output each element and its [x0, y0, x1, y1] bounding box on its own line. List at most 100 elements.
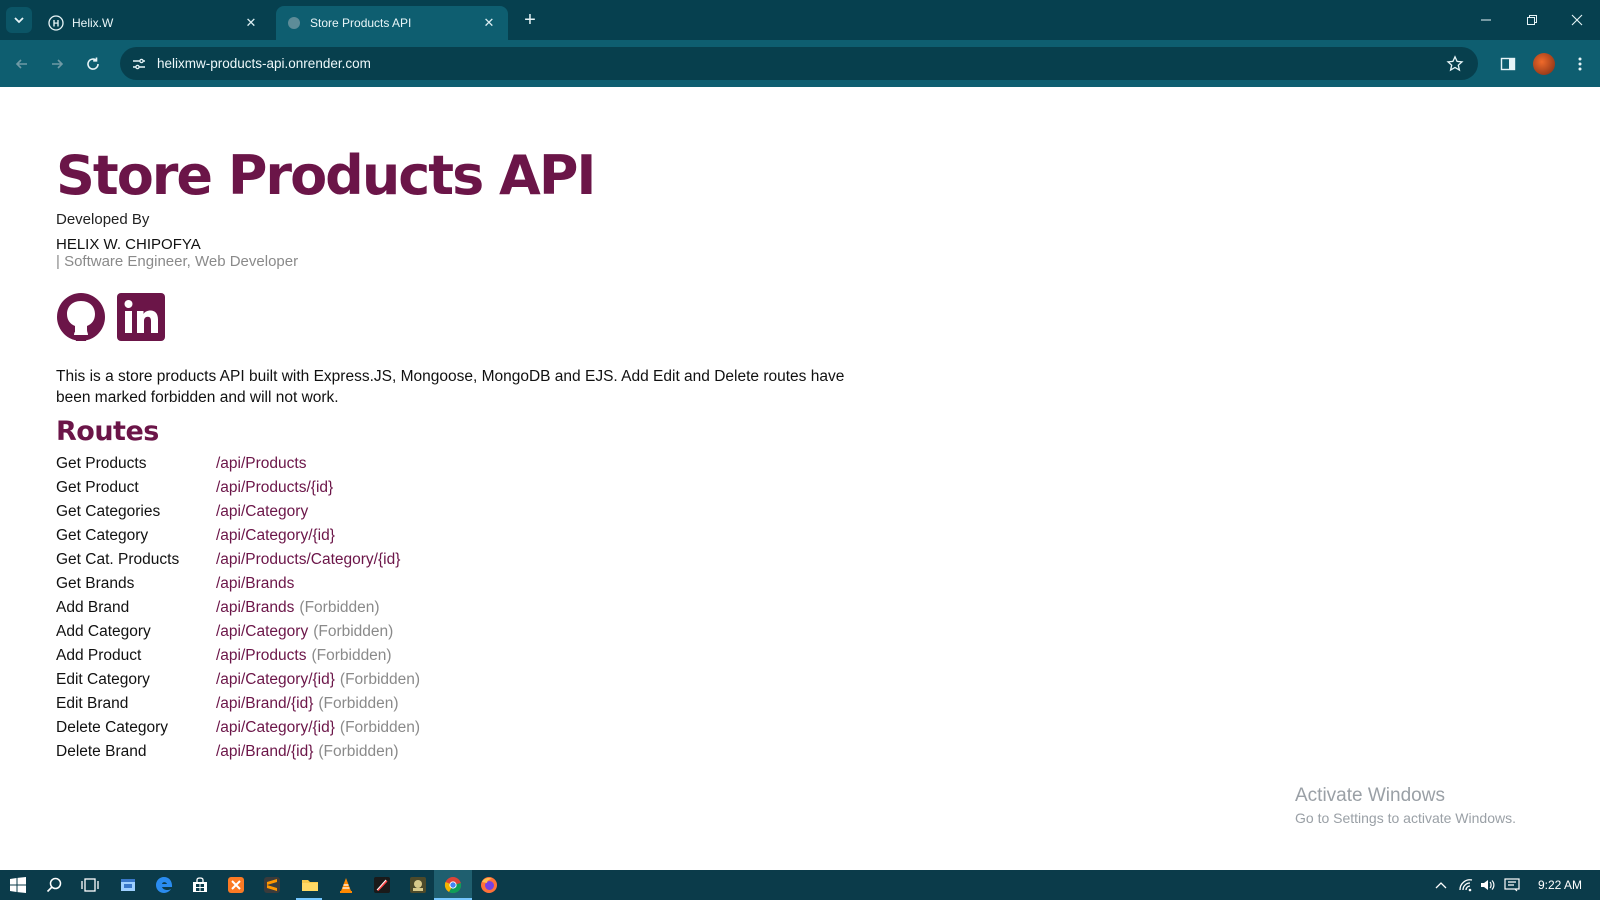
url-text: helixmw-products-api.onrender.com: [157, 56, 371, 71]
minimize-icon: [1481, 19, 1491, 21]
speaker-icon: [1481, 880, 1495, 890]
wifi-icon: [1459, 879, 1473, 892]
globe-icon: [286, 15, 302, 31]
route-row: Delete Category/api/Category/{id} (Forbid…: [56, 716, 856, 740]
volume-button[interactable]: [1479, 877, 1497, 893]
taskbar-clock[interactable]: 9:22 AM: [1538, 878, 1582, 892]
linkedin-icon: [117, 293, 165, 341]
route-path[interactable]: /api/Products/{id}: [216, 479, 333, 497]
taskbar-xampp[interactable]: [224, 873, 248, 897]
route-path[interactable]: /api/Category/{id}: [216, 671, 335, 689]
taskbar-app-pen[interactable]: [370, 873, 394, 897]
side-panel-icon: [1500, 57, 1516, 71]
back-button[interactable]: [8, 50, 36, 78]
watermark-subtitle: Go to Settings to activate Windows.: [1295, 810, 1516, 826]
search-button[interactable]: [42, 873, 66, 897]
routes-heading: Routes: [56, 416, 159, 447]
route-name: Delete Brand: [56, 743, 147, 760]
message-icon: [1504, 878, 1520, 892]
route-name: Add Category: [56, 623, 151, 640]
taskbar-app-store[interactable]: [116, 873, 140, 897]
route-note: (Forbidden): [339, 719, 421, 736]
taskbar-edge[interactable]: [152, 873, 176, 897]
chrome-icon: [444, 877, 462, 894]
route-row: Get Products/api/Products: [56, 452, 856, 476]
taskbar-sublime[interactable]: [260, 873, 284, 897]
reload-button[interactable]: [79, 50, 107, 78]
bookmark-star-icon[interactable]: [1444, 53, 1466, 75]
linkedin-link[interactable]: [116, 292, 166, 342]
browser-menu-button[interactable]: [1566, 50, 1594, 78]
route-name: Get Products: [56, 455, 147, 472]
restore-button[interactable]: [1509, 0, 1555, 40]
notifications-button[interactable]: [1503, 877, 1521, 893]
taskbar-file-explorer[interactable]: [298, 873, 322, 897]
route-path[interactable]: /api/Products/Category/{id}: [216, 551, 400, 569]
taskbar-firefox[interactable]: [477, 873, 501, 897]
xampp-icon: [228, 877, 244, 893]
route-row: Get Brands/api/Brands: [56, 572, 856, 596]
route-path[interactable]: /api/Category/{id}: [216, 719, 335, 737]
network-button[interactable]: [1457, 877, 1475, 893]
route-path[interactable]: /api/Products: [216, 647, 306, 665]
route-name: Get Categories: [56, 503, 161, 520]
side-panel-button[interactable]: [1494, 50, 1522, 78]
vlc-cone-icon: [340, 878, 352, 893]
windows-taskbar: 9:22 AM: [0, 870, 1600, 900]
tab-search-button[interactable]: [6, 7, 32, 33]
profile-button[interactable]: [1530, 50, 1558, 78]
close-window-button[interactable]: [1554, 0, 1600, 40]
route-row: Get Cat. Products/api/Products/Category/…: [56, 548, 856, 572]
taskbar-ms-store[interactable]: [188, 873, 212, 897]
task-view-button[interactable]: [78, 873, 102, 897]
new-tab-button[interactable]: +: [518, 8, 542, 32]
route-row: Get Product/api/Products/{id}: [56, 476, 856, 500]
search-icon: [46, 877, 62, 893]
address-bar[interactable]: helixmw-products-api.onrender.com: [120, 47, 1478, 80]
store-window-icon: [121, 879, 135, 891]
start-button[interactable]: [6, 873, 30, 897]
route-path[interactable]: /api/Brands: [216, 599, 294, 617]
route-path[interactable]: /api/Category: [216, 503, 308, 521]
route-path[interactable]: /api/Brand/{id}: [216, 695, 313, 713]
route-name: Get Cat. Products: [56, 551, 180, 568]
watermark-title: Activate Windows: [1295, 785, 1445, 806]
minimize-button[interactable]: [1463, 0, 1509, 40]
more-vert-icon: [1578, 57, 1582, 71]
route-path[interactable]: /api/Brands: [216, 575, 294, 593]
forward-button[interactable]: [43, 50, 71, 78]
route-row: Add Brand/api/Brands (Forbidden): [56, 596, 856, 620]
route-name: Edit Category: [56, 671, 150, 688]
route-note: (Forbidden): [299, 599, 380, 616]
close-icon: [1571, 14, 1583, 26]
page-viewport: Store Products API Developed By HELIX W.…: [0, 87, 1600, 870]
routes-list: Get Products/api/Products Get Product/ap…: [56, 452, 856, 764]
taskbar-game-app[interactable]: [406, 873, 430, 897]
close-tab-icon[interactable]: ✕: [242, 14, 260, 32]
svg-text:H: H: [53, 19, 60, 29]
taskbar-vlc[interactable]: [334, 873, 358, 897]
close-tab-icon[interactable]: ✕: [480, 14, 498, 32]
show-hidden-icons-button[interactable]: [1432, 877, 1450, 893]
route-row: Edit Category/api/Category/{id} (Forbidde…: [56, 668, 856, 692]
site-settings-icon[interactable]: [126, 51, 152, 77]
route-name: Delete Category: [56, 719, 169, 736]
route-path[interactable]: /api/Category: [216, 623, 308, 641]
github-link[interactable]: [56, 292, 106, 342]
route-path[interactable]: /api/Category/{id}: [216, 527, 335, 545]
route-row: Delete Brand/api/Brand/{id} (Forbidden): [56, 740, 856, 764]
route-name: Edit Brand: [56, 695, 129, 712]
route-path[interactable]: /api/Products: [216, 455, 306, 473]
arrow-right-icon: [52, 59, 64, 69]
taskbar-chrome[interactable]: [441, 873, 465, 897]
github-icon: [57, 293, 105, 341]
main-content: Store Products API Developed By HELIX W.…: [56, 143, 856, 764]
avatar: [1533, 53, 1555, 75]
tab-helix[interactable]: H Helix.W ✕: [38, 6, 270, 40]
route-path[interactable]: /api/Brand/{id}: [216, 743, 313, 761]
tab-store-products-api[interactable]: Store Products API ✕: [276, 6, 508, 40]
route-note: (Forbidden): [313, 623, 394, 640]
route-row: Edit Brand/api/Brand/{id} (Forbidden): [56, 692, 856, 716]
browser-toolbar: helixmw-products-api.onrender.com: [0, 40, 1600, 87]
api-description: This is a store products API built with …: [56, 368, 845, 406]
